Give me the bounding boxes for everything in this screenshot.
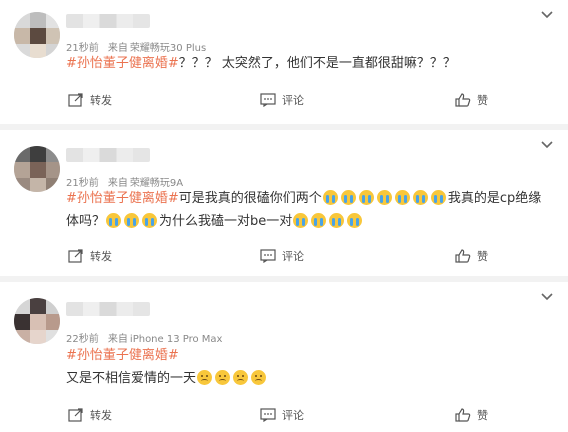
avatar[interactable] [14,12,60,58]
comment-icon [260,408,276,422]
comment-button[interactable]: 评论 [260,405,304,425]
crying-emoji [358,190,374,205]
action-bar: 转发 评论 赞 [0,90,568,110]
sad-face-emoji [251,370,267,385]
repost-button[interactable]: 转发 [68,405,112,425]
crying-emoji [347,213,363,228]
like-label: 赞 [477,250,488,263]
crying-emoji [412,190,428,205]
username-blurred[interactable] [66,148,150,162]
comment-icon [260,249,276,263]
repost-icon [68,249,83,263]
sad-face-emoji [233,370,249,385]
comment-body: ？？？ 太突然了，他们不是一直都很甜嘛？？？ [178,56,456,71]
post-meta: 22秒前 来自 iPhone 13 Pro Max [66,330,228,345]
repost-icon [68,408,83,422]
chevron-down-icon[interactable] [540,140,554,150]
crying-emoji [293,213,309,228]
comment-text: #孙怡董子健离婚#可是我真的很磕你们两个 我真的是cp绝缘体吗？ 为什么我磕一对be… [66,187,550,233]
repost-button[interactable]: 转发 [68,90,112,110]
comment-button[interactable]: 评论 [260,246,304,266]
comment-body-part-3: 为什么我磕一对be一对 [159,214,293,229]
repost-icon [68,93,83,107]
like-button[interactable]: 赞 [455,405,488,425]
sad-face-emoji [215,370,231,385]
username-blurred[interactable] [66,302,150,316]
avatar[interactable] [14,146,60,192]
comment-button[interactable]: 评论 [260,90,304,110]
thumbs-up-icon [455,93,471,107]
crying-emoji [394,190,410,205]
username-blurred[interactable] [66,14,150,28]
comment-icon [260,93,276,107]
like-label: 赞 [477,409,488,422]
comment-text: #孙怡董子健离婚# 又是不相信爱情的一天 [66,344,550,390]
comment-label: 评论 [282,409,304,422]
chevron-down-icon[interactable] [540,292,554,302]
comment-text: #孙怡董子健离婚#？？？ 太突然了，他们不是一直都很甜嘛？？？ [66,52,550,75]
action-bar: 转发 评论 赞 [0,246,568,266]
chevron-down-icon[interactable] [540,10,554,20]
repost-label: 转发 [90,409,112,422]
thumbs-up-icon [455,249,471,263]
crying-emoji [142,213,158,228]
crying-emoji [311,213,327,228]
crying-emoji [340,190,356,205]
comment-label: 评论 [282,250,304,263]
hashtag-link[interactable]: #孙怡董子健离婚# [66,56,179,71]
crying-emoji [376,190,392,205]
crying-emoji [106,213,122,228]
like-label: 赞 [477,94,488,107]
hashtag-link[interactable]: #孙怡董子健离婚# [66,191,179,206]
like-button[interactable]: 赞 [455,90,488,110]
repost-label: 转发 [90,250,112,263]
comment-label: 评论 [282,94,304,107]
comment-card: 21秒前 来自 荣耀畅玩30 Plus #孙怡董子健离婚#？？？ 太突然了，他们不… [0,0,568,124]
avatar[interactable] [14,298,60,344]
comment-card: 21秒前 来自 荣耀畅玩9A #孙怡董子健离婚#可是我真的很磕你们两个 我真的是cp… [0,130,568,276]
comment-body-part-1: 可是我真的很磕你们两个 [178,191,322,206]
action-bar: 转发 评论 赞 [0,405,568,425]
crying-emoji [430,190,446,205]
like-button[interactable]: 赞 [455,246,488,266]
crying-emoji [322,190,338,205]
repost-button[interactable]: 转发 [68,246,112,266]
thumbs-up-icon [455,408,471,422]
comment-feed: 21秒前 来自 荣耀畅玩30 Plus #孙怡董子健离婚#？？？ 太突然了，他们不… [0,0,568,432]
comment-card: 22秒前 来自 iPhone 13 Pro Max #孙怡董子健离婚# 又是不相信… [0,282,568,432]
crying-emoji [329,213,345,228]
crying-emoji [124,213,140,228]
hashtag-link[interactable]: #孙怡董子健离婚# [66,348,179,363]
sad-face-emoji [197,370,213,385]
comment-body: 又是不相信爱情的一天 [66,371,197,386]
repost-label: 转发 [90,94,112,107]
